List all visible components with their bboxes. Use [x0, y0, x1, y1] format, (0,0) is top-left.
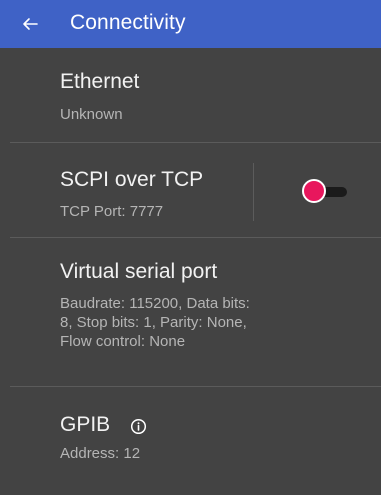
gpib-address: Address: 12 — [60, 445, 141, 462]
ethernet-status: Unknown — [60, 106, 123, 123]
connectivity-screen: Connectivity Ethernet Unknown SCPI over … — [0, 0, 381, 495]
scpi-toggle[interactable] — [302, 179, 349, 204]
serial-port-item[interactable]: Virtual serial port Baudrate: 115200, Da… — [0, 238, 381, 386]
scpi-port: TCP Port: 7777 — [60, 203, 164, 220]
vertical-divider — [253, 163, 254, 221]
page-title: Connectivity — [70, 11, 186, 34]
info-circle-icon[interactable] — [130, 418, 147, 435]
scpi-title: SCPI over TCP — [60, 168, 204, 191]
toggle-thumb — [302, 179, 326, 203]
back-button[interactable] — [14, 8, 46, 40]
serial-port-title: Virtual serial port — [60, 260, 218, 283]
gpib-item[interactable]: GPIB Address: 12 — [0, 387, 381, 495]
ethernet-title: Ethernet — [60, 70, 140, 93]
serial-port-settings: Baudrate: 115200, Data bits: 8, Stop bit… — [60, 295, 250, 350]
app-bar: Connectivity — [0, 0, 381, 48]
gpib-title: GPIB — [60, 413, 111, 436]
arrow-left-icon — [23, 18, 38, 30]
ethernet-item[interactable]: Ethernet Unknown — [0, 48, 381, 142]
